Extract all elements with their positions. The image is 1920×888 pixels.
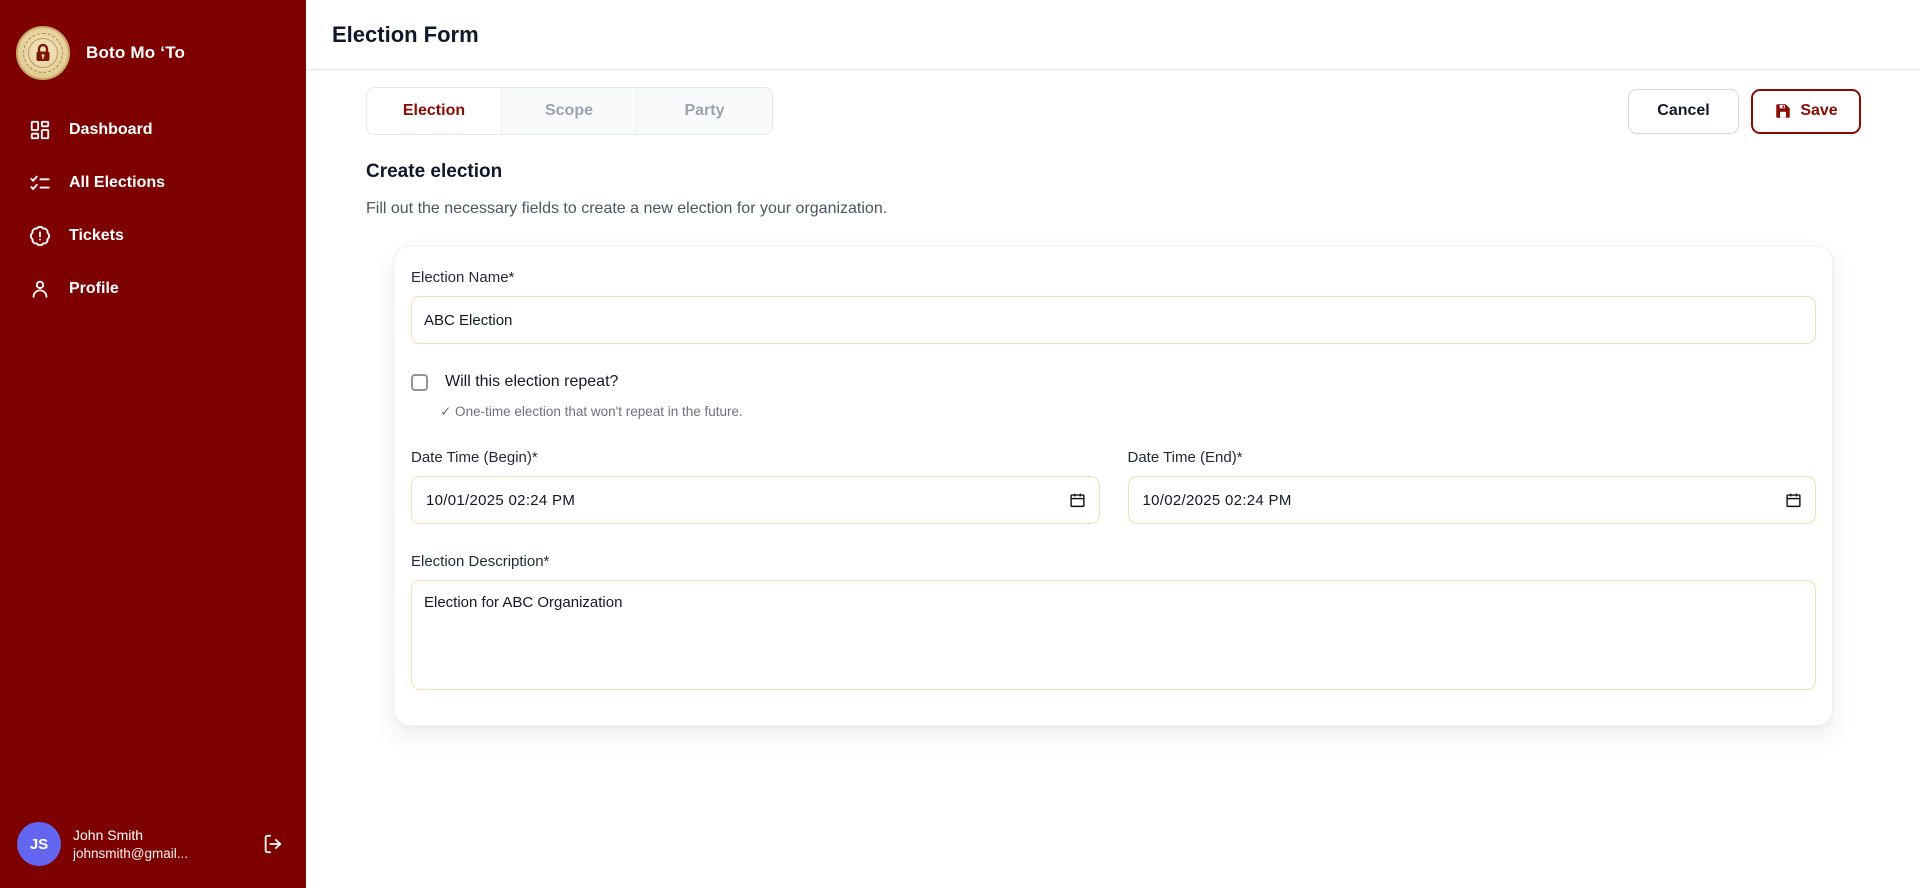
begin-date-label: Date Time (Begin)* [411,449,1100,466]
tab-group: Election Scope Party [366,87,773,135]
end-datetime-value: 10/02/2025 02:24 PM [1143,492,1292,509]
repeat-group: Will this election repeat? ✓ One-time el… [411,373,1816,420]
end-datetime-input[interactable]: 10/02/2025 02:24 PM [1128,476,1817,524]
logout-button[interactable] [262,833,284,855]
brand-logo-badge [16,26,70,80]
end-date-group: Date Time (End)* 10/02/2025 02:24 PM [1128,449,1817,524]
sidebar-item-label: Tickets [69,227,124,245]
repeat-helper-text: ✓ One-time election that won't repeat in… [440,404,1816,420]
begin-date-group: Date Time (Begin)* 10/01/2025 02:24 PM [411,449,1100,524]
tab-scope[interactable]: Scope [502,88,637,134]
sidebar-item-label: All Elections [69,174,165,192]
description-label: Election Description* [411,553,1816,570]
tab-party[interactable]: Party [637,88,772,134]
brand-name: Boto Mo ‘To [86,43,185,63]
sidebar-item-label: Dashboard [69,121,153,139]
repeat-checkbox[interactable] [411,374,428,391]
brand: Boto Mo ‘To [0,26,306,80]
repeat-check-row: Will this election repeat? [411,373,1816,391]
end-date-label: Date Time (End)* [1128,449,1817,466]
user-profile-row: JS John Smith johnsmith@gmail... [0,822,306,866]
toolbar-actions: Cancel Save [1628,89,1861,134]
cancel-button[interactable]: Cancel [1628,89,1739,134]
sidebar-item-label: Profile [69,280,119,298]
begin-datetime-input[interactable]: 10/01/2025 02:24 PM [411,476,1100,524]
logout-icon [262,833,284,855]
calendar-icon[interactable] [1785,492,1802,509]
form-section-subtitle: Fill out the necessary fields to create … [366,200,1861,218]
page-title: Election Form [332,22,479,48]
begin-datetime-value: 10/01/2025 02:24 PM [426,492,575,509]
election-name-label: Election Name* [411,269,1816,286]
checklist-icon [29,172,51,194]
app-root: Boto Mo ‘To Dashboard All Elections [0,0,1920,888]
sidebar-nav: Dashboard All Elections Tickets Prof [0,114,306,305]
election-name-group: Election Name* [411,269,1816,344]
main-area: Election Form Election Scope Party Cance… [306,0,1920,888]
sidebar: Boto Mo ‘To Dashboard All Elections [0,0,306,888]
person-icon [29,278,51,300]
user-meta: John Smith johnsmith@gmail... [73,827,188,861]
user-name: John Smith [73,827,188,843]
save-button-label: Save [1800,102,1837,120]
page-header: Election Form [306,0,1920,70]
toolbar: Election Scope Party Cancel Save [366,87,1861,135]
form-section-title: Create election [366,161,1861,183]
badge-alert-icon [29,225,51,247]
description-group: Election Description* Election for ABC O… [411,553,1816,695]
repeat-label[interactable]: Will this election repeat? [445,373,618,391]
sidebar-item-all-elections[interactable]: All Elections [29,167,306,199]
election-form-card: Election Name* Will this election repeat… [394,245,1833,726]
tab-election[interactable]: Election [367,88,502,134]
election-name-input[interactable] [411,296,1816,344]
sidebar-item-dashboard[interactable]: Dashboard [29,114,306,146]
user-email: johnsmith@gmail... [73,846,188,861]
sidebar-item-tickets[interactable]: Tickets [29,220,306,252]
date-row: Date Time (Begin)* 10/01/2025 02:24 PM D… [411,449,1816,524]
avatar: JS [17,822,61,866]
save-icon [1774,102,1792,120]
save-button[interactable]: Save [1751,89,1861,134]
dashboard-grid-icon [29,119,51,141]
calendar-icon[interactable] [1069,492,1086,509]
sidebar-item-profile[interactable]: Profile [29,273,306,305]
description-textarea[interactable]: Election for ABC Organization [411,580,1816,690]
content: Election Scope Party Cancel Save [306,70,1920,888]
